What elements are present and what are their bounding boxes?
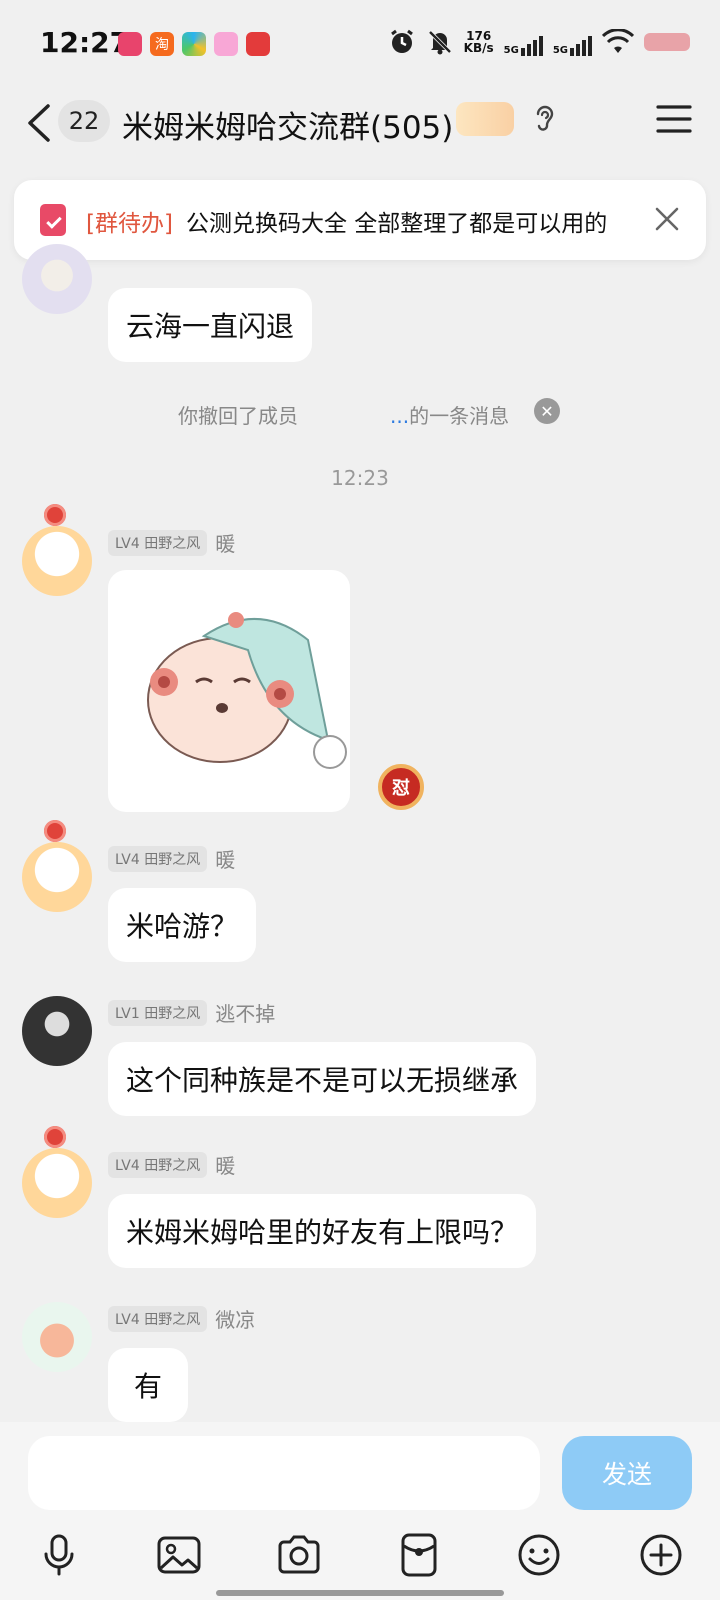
avatar[interactable]	[22, 1302, 92, 1372]
app-icon-5	[246, 32, 270, 56]
alarm-icon	[390, 29, 413, 53]
mute-bell-icon	[428, 30, 452, 55]
sender-name[interactable]: 暖	[215, 528, 235, 557]
camera-icon[interactable]	[276, 1532, 322, 1578]
avatar[interactable]	[22, 842, 92, 912]
unread-count-badge[interactable]: 22	[58, 100, 110, 142]
sender-info: LV4 田野之风 微凉	[108, 1304, 255, 1333]
back-arrow-icon[interactable]	[22, 100, 56, 146]
flower-icon	[44, 504, 66, 526]
flower-icon	[44, 1126, 66, 1148]
input-toolbar	[0, 1532, 720, 1592]
cellular-signal-1: 5G	[504, 28, 543, 56]
level-badge: LV4 田野之风	[108, 1305, 208, 1332]
avatar[interactable]	[22, 1148, 92, 1218]
wifi-icon	[602, 29, 634, 53]
recall-member-link[interactable]: ...	[390, 404, 409, 428]
status-time: 12:27	[40, 26, 130, 59]
crown-app-icon	[214, 32, 238, 56]
message-bubble[interactable]: 这个同种族是不是可以无损继承	[108, 1042, 537, 1116]
sender-info: LV1 田野之风 逃不掉	[108, 998, 275, 1027]
todo-text: 公测兑换码大全 全部整理了都是可以用的	[186, 211, 608, 237]
taobao-icon: 淘	[150, 32, 174, 56]
avatar[interactable]	[22, 996, 92, 1066]
message-bubble[interactable]: 米哈游？	[108, 888, 257, 962]
message-input[interactable]	[28, 1436, 540, 1510]
input-area: 发送	[0, 1422, 720, 1600]
avatar[interactable]	[22, 526, 92, 596]
level-badge: LV4 田野之风	[108, 529, 208, 556]
network-speed: 176 KB/s	[463, 29, 494, 55]
sender-name[interactable]: 暖	[215, 1150, 235, 1179]
message-bubble[interactable]: 米姆米姆哈里的好友有上限吗？	[108, 1194, 537, 1268]
red-packet-icon[interactable]	[396, 1532, 442, 1578]
sender-info: LV4 田野之风 暖	[108, 528, 235, 557]
send-button[interactable]: 发送	[562, 1436, 692, 1510]
message-bubble[interactable]: 有	[108, 1348, 189, 1422]
battery-icon	[644, 33, 690, 51]
app-icon-1	[118, 32, 142, 56]
dismiss-icon[interactable]: ✕	[534, 398, 560, 424]
level-badge: LV4 田野之风	[108, 1151, 208, 1178]
image-icon[interactable]	[156, 1532, 202, 1578]
avatar[interactable]	[22, 244, 92, 314]
cellular-signal-2: 5G	[553, 28, 592, 56]
recall-suffix-wrapper: ...的一条消息	[390, 400, 509, 429]
close-icon[interactable]	[652, 204, 682, 234]
status-bar: 12:27 淘 176 KB/s 5G 5G	[0, 0, 720, 88]
group-todo-banner[interactable]: [群待办] 公测兑换码大全 全部整理了都是可以用的	[14, 180, 706, 260]
level-badge: LV1 田野之风	[108, 999, 208, 1026]
level-badge: LV4 田野之风	[108, 845, 208, 872]
sender-info: LV4 田野之风 暖	[108, 1150, 235, 1179]
recall-suffix: 的一条消息	[409, 404, 510, 428]
sender-info: LV4 田野之风 暖	[108, 844, 235, 873]
group-level-badge-icon[interactable]	[456, 102, 514, 136]
sender-name[interactable]: 逃不掉	[215, 998, 275, 1027]
message-bubble[interactable]: 云海一直闪退	[108, 288, 313, 362]
ear-icon[interactable]	[532, 102, 558, 136]
plus-icon[interactable]	[638, 1532, 684, 1578]
app-icon-3	[182, 32, 206, 56]
sleeping-cat-sticker-icon	[147, 612, 347, 769]
status-indicators: 176 KB/s 5G 5G	[388, 28, 690, 56]
timestamp: 12:23	[331, 466, 389, 490]
sender-name[interactable]: 微凉	[215, 1304, 255, 1333]
sticker-image[interactable]	[108, 570, 350, 812]
emoji-icon[interactable]	[516, 1532, 562, 1578]
menu-icon[interactable]	[656, 104, 692, 134]
clipboard-icon	[40, 204, 66, 236]
sender-name[interactable]: 暖	[215, 844, 235, 873]
recall-prefix: 你撤回了成员	[178, 404, 298, 428]
todo-tag: [群待办]	[86, 211, 173, 237]
notification-app-icons: 淘	[118, 32, 270, 56]
reaction-badge-icon[interactable]: 怼	[378, 764, 424, 810]
home-indicator[interactable]	[216, 1590, 504, 1596]
chat-header: 22 米姆米姆哈交流群(505)	[0, 88, 720, 164]
flower-icon	[44, 820, 66, 842]
group-title[interactable]: 米姆米姆哈交流群(505)	[122, 102, 453, 147]
microphone-icon[interactable]	[36, 1532, 82, 1578]
